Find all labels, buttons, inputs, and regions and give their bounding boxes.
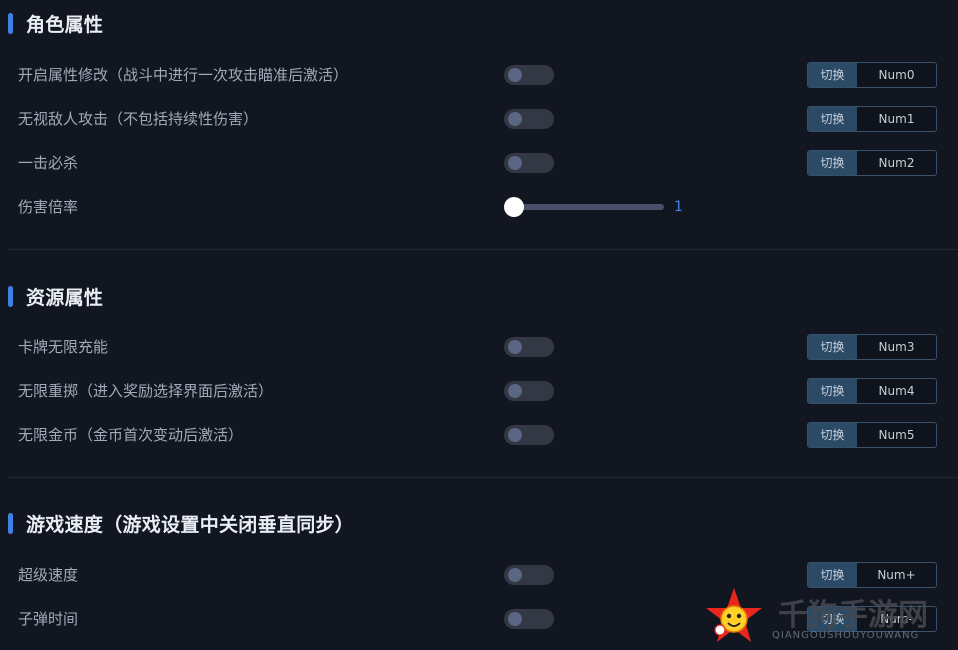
slider-label: 伤害倍率	[18, 198, 79, 216]
toggle-knob	[508, 568, 522, 582]
hotkey-control: 切换 Num1	[807, 106, 937, 132]
mascot-logo-icon	[706, 588, 762, 642]
toggle-switch[interactable]	[504, 337, 554, 357]
damage-multiplier-slider[interactable]	[512, 204, 664, 210]
toggle-knob	[508, 340, 522, 354]
watermark-subtext: QIANGOUSHOUYOUWANG	[772, 630, 920, 641]
option-row: 一击必杀 切换 Num2	[0, 150, 958, 176]
section-accent-bar	[8, 12, 13, 34]
switch-button[interactable]: 切换	[808, 379, 857, 403]
slider-thumb[interactable]	[504, 197, 524, 217]
toggle-switch[interactable]	[504, 381, 554, 401]
toggle-knob	[508, 384, 522, 398]
hotkey-field[interactable]: Num3	[857, 335, 936, 359]
hotkey-control: 切换 Num3	[807, 334, 937, 360]
toggle-switch[interactable]	[504, 609, 554, 629]
toggle-knob	[508, 68, 522, 82]
switch-button[interactable]: 切换	[808, 63, 857, 87]
hotkey-control: 切换 Num0	[807, 62, 937, 88]
section-title: 资源属性	[26, 286, 104, 309]
hotkey-field[interactable]: Num5	[857, 423, 936, 447]
hotkey-control: 切换 Num+	[807, 562, 937, 588]
section-header-resources: 资源属性	[8, 283, 103, 309]
toggle-knob	[508, 156, 522, 170]
toggle-switch[interactable]	[504, 425, 554, 445]
section-divider	[8, 249, 958, 250]
option-row: 无限金币（金币首次变动后激活） 切换 Num5	[0, 422, 958, 448]
toggle-knob	[508, 112, 522, 126]
section-title: 游戏速度（游戏设置中关闭垂直同步）	[26, 513, 355, 536]
option-label: 开启属性修改（战斗中进行一次攻击瞄准后激活）	[18, 66, 349, 84]
option-label: 无限金币（金币首次变动后激活）	[18, 426, 244, 444]
toggle-knob	[508, 428, 522, 442]
option-label: 超级速度	[18, 566, 79, 584]
option-row: 无限重掷（进入奖励选择界面后激活） 切换 Num4	[0, 378, 958, 404]
section-header-game-speed: 游戏速度（游戏设置中关闭垂直同步）	[8, 510, 354, 536]
toggle-switch[interactable]	[504, 565, 554, 585]
option-label: 无视敌人攻击（不包括持续性伤害）	[18, 110, 259, 128]
hotkey-control: 切换 Num5	[807, 422, 937, 448]
toggle-knob	[508, 612, 522, 626]
option-label: 卡牌无限充能	[18, 338, 109, 356]
option-row: 无视敌人攻击（不包括持续性伤害） 切换 Num1	[0, 106, 958, 132]
hotkey-control: 切换 Num2	[807, 150, 937, 176]
slider-value: 1	[674, 199, 683, 215]
switch-button[interactable]: 切换	[808, 107, 857, 131]
hotkey-field[interactable]: Num0	[857, 63, 936, 87]
hotkey-field[interactable]: Num2	[857, 151, 936, 175]
hotkey-field[interactable]: Num4	[857, 379, 936, 403]
section-title: 角色属性	[26, 13, 104, 36]
toggle-switch[interactable]	[504, 153, 554, 173]
option-row: 超级速度 切换 Num+	[0, 562, 958, 588]
hotkey-field[interactable]: Num+	[857, 563, 936, 587]
watermark-text: 千狗手游网	[778, 598, 928, 633]
watermark: 千狗手游网 QIANGOUSHOUYOUWANG	[702, 586, 958, 650]
hotkey-field[interactable]: Num1	[857, 107, 936, 131]
toggle-switch[interactable]	[504, 109, 554, 129]
slider-row: 伤害倍率 1	[0, 194, 958, 220]
trainer-window: 角色属性 开启属性修改（战斗中进行一次攻击瞄准后激活） 切换 Num0 无视敌人…	[0, 0, 958, 650]
option-row: 开启属性修改（战斗中进行一次攻击瞄准后激活） 切换 Num0	[0, 62, 958, 88]
switch-button[interactable]: 切换	[808, 151, 857, 175]
switch-button[interactable]: 切换	[808, 563, 857, 587]
option-label: 无限重掷（进入奖励选择界面后激活）	[18, 382, 274, 400]
toggle-switch[interactable]	[504, 65, 554, 85]
section-accent-bar	[8, 285, 13, 307]
option-label: 一击必杀	[18, 154, 79, 172]
section-divider	[8, 477, 958, 478]
option-label: 子弹时间	[18, 610, 79, 628]
switch-button[interactable]: 切换	[808, 423, 857, 447]
section-header-character: 角色属性	[8, 10, 103, 36]
hotkey-control: 切换 Num4	[807, 378, 937, 404]
switch-button[interactable]: 切换	[808, 335, 857, 359]
section-accent-bar	[8, 512, 13, 534]
option-row: 卡牌无限充能 切换 Num3	[0, 334, 958, 360]
